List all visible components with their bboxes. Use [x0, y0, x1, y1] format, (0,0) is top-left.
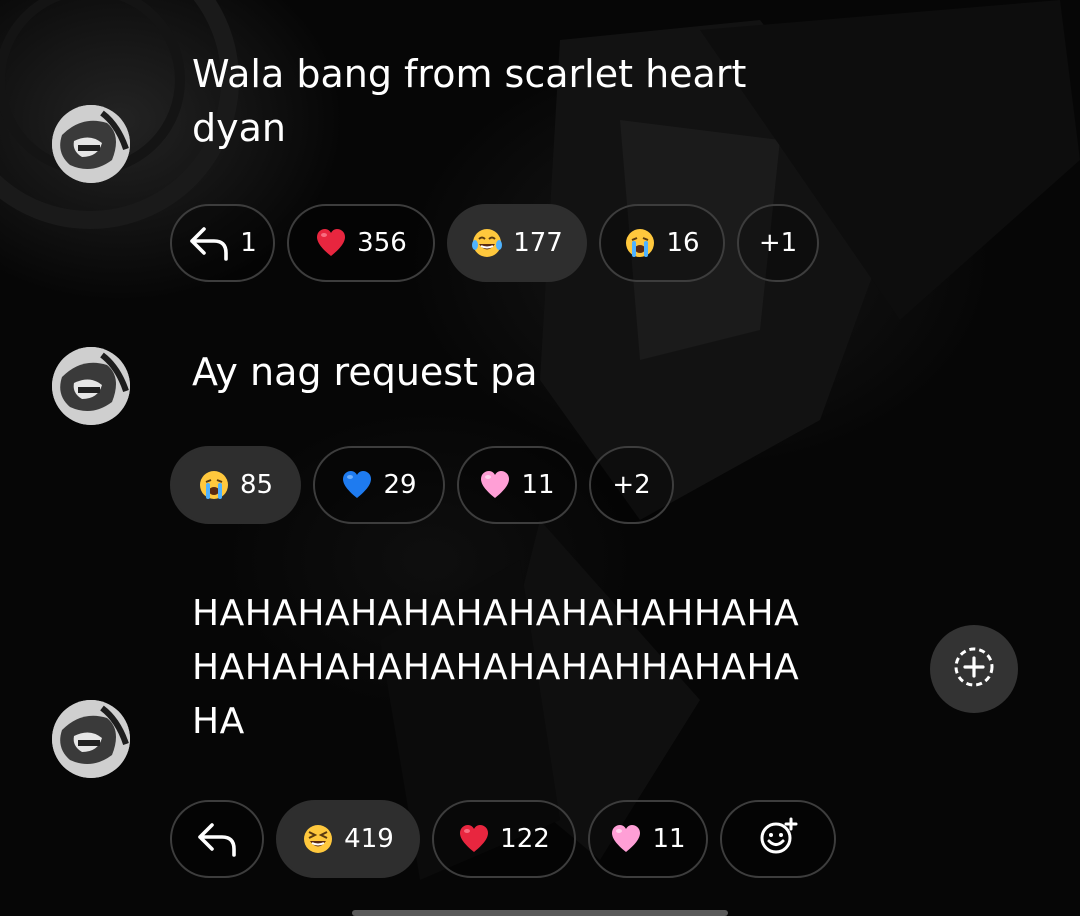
reply-button[interactable]: [170, 800, 264, 878]
laughing-face-icon: [302, 823, 334, 855]
comment-text: Ay nag request pa: [192, 350, 538, 394]
blue-heart-icon: [341, 469, 373, 501]
crying-face-icon: [624, 227, 656, 259]
reply-count: 1: [240, 228, 257, 258]
reaction-pill[interactable]: 177: [447, 204, 587, 282]
comment-text: HAHAHAHAHAHAHAHAHAHHAHA HAHAHAHAHAHAHAHA…: [192, 593, 800, 742]
comments-screen: Wala bang from scarlet heart dyan 1 356 …: [0, 0, 1080, 916]
reaction-pill[interactable]: 11: [588, 800, 708, 878]
comment-text: Wala bang from scarlet heart dyan: [192, 52, 747, 150]
reaction-count: 29: [383, 470, 417, 500]
reaction-count: 16: [666, 228, 700, 258]
reaction-pill[interactable]: 419: [276, 800, 420, 878]
commenter-avatar[interactable]: [52, 700, 130, 778]
pink-heart-icon: [610, 823, 642, 855]
reaction-count: 122: [500, 824, 550, 854]
reaction-pill[interactable]: 85: [170, 446, 301, 524]
red-heart-icon: [315, 227, 347, 259]
pink-heart-icon: [479, 469, 511, 501]
reaction-pill[interactable]: 11: [457, 446, 577, 524]
home-indicator[interactable]: [352, 910, 728, 916]
reaction-count: 85: [239, 470, 274, 500]
add-story-button[interactable]: [930, 625, 1018, 713]
commenter-avatar[interactable]: [52, 347, 130, 425]
reply-arrow-icon: [188, 225, 230, 261]
add-circle-icon: [952, 645, 996, 693]
reaction-pill[interactable]: 356: [287, 204, 435, 282]
reaction-count: 419: [344, 824, 394, 854]
reaction-pill[interactable]: 29: [313, 446, 445, 524]
reply-arrow-icon: [196, 821, 238, 857]
add-reaction-button[interactable]: [720, 800, 836, 878]
reaction-pill[interactable]: 16: [599, 204, 725, 282]
crying-face-icon: [198, 469, 230, 501]
red-heart-icon: [458, 823, 490, 855]
reaction-pill[interactable]: 122: [432, 800, 576, 878]
more-reactions-pill[interactable]: +1: [737, 204, 819, 282]
more-reactions-count: +1: [758, 228, 798, 258]
reaction-row: 85 29 11 +2: [170, 446, 674, 524]
add-reaction-icon: [758, 816, 798, 863]
tears-of-joy-icon: [471, 227, 503, 259]
reaction-count: 177: [513, 228, 563, 258]
reaction-row: 419 122 11: [170, 800, 836, 878]
reply-button[interactable]: 1: [170, 204, 275, 282]
reaction-row: 1 356 177 16 +1: [170, 204, 819, 282]
more-reactions-pill[interactable]: +2: [589, 446, 674, 524]
reaction-count: 356: [357, 228, 407, 258]
commenter-avatar[interactable]: [52, 105, 130, 183]
reaction-count: 11: [521, 470, 555, 500]
more-reactions-count: +2: [612, 470, 651, 500]
reaction-count: 11: [652, 824, 686, 854]
